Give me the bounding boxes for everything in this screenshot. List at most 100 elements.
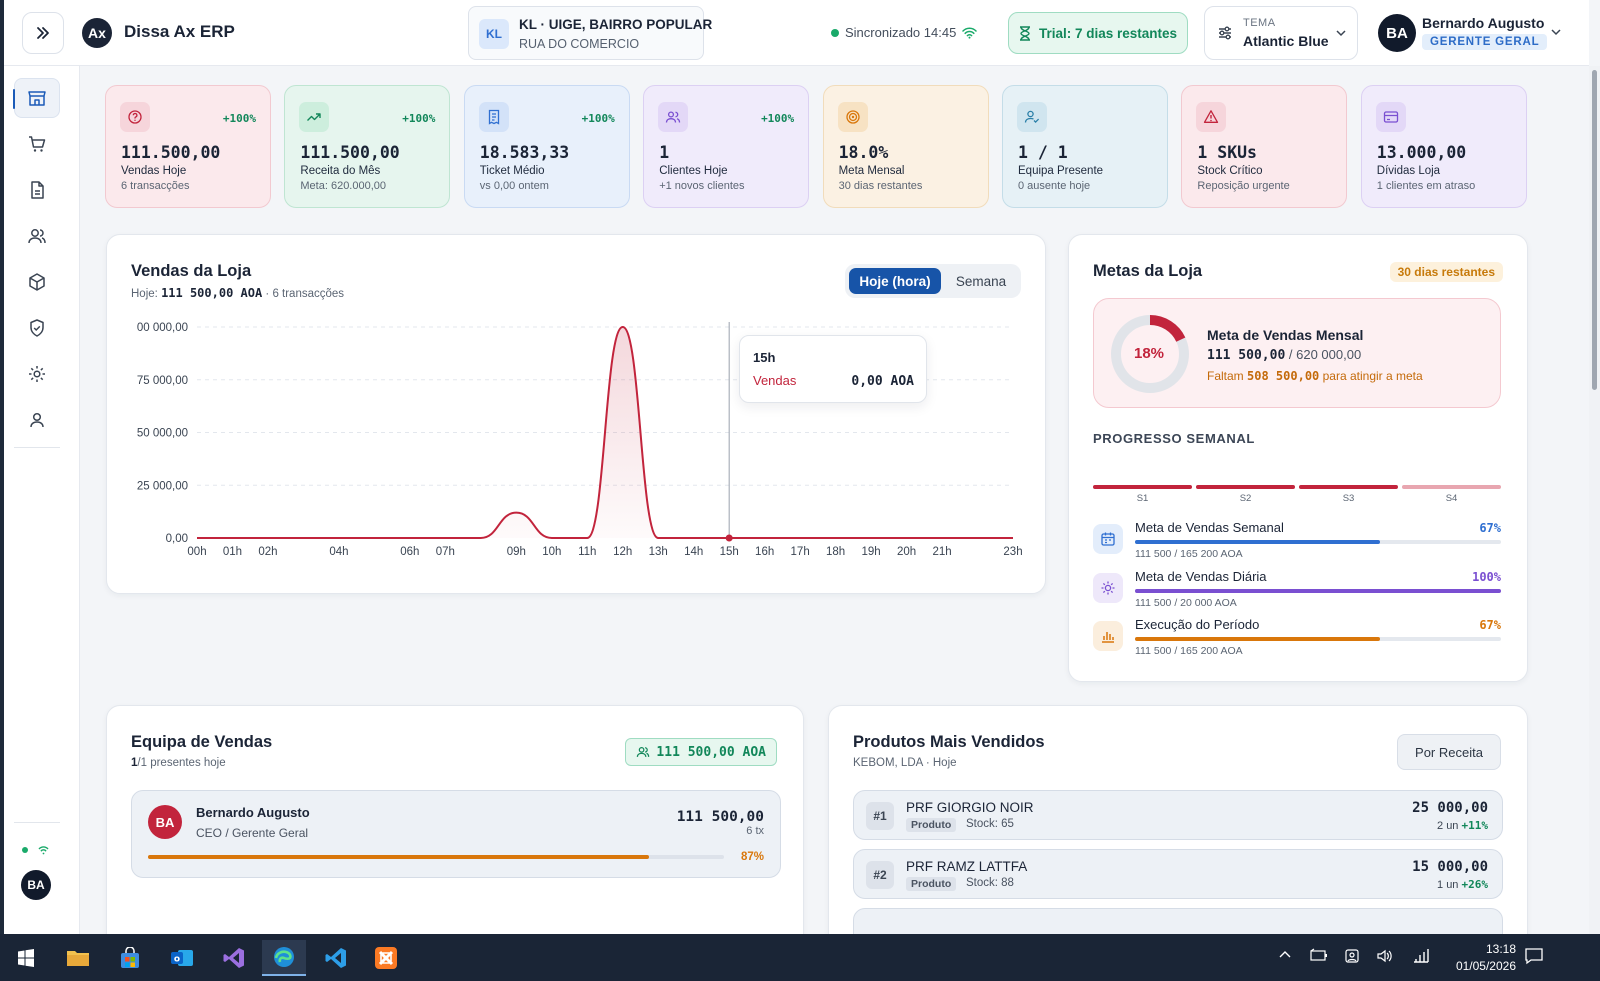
kpi-label: Receita do Mês (300, 165, 381, 177)
sidebar-item-settings[interactable] (14, 354, 60, 394)
online-wifi-icon (22, 846, 49, 855)
kpi-card[interactable]: 18.0% Meta Mensal 30 dias restantes (822, 85, 989, 208)
box-icon (29, 273, 45, 291)
trial-badge[interactable]: Trial: 7 dias restantes (1008, 12, 1188, 54)
metric-subtext: 111 500 / 20 000 AOA (1135, 596, 1237, 609)
kpi-card[interactable]: +100% 18.583,33 Ticket Médio vs 0,00 ontem (463, 85, 630, 208)
tooltip-series: Vendas (753, 373, 797, 388)
week-bar (1299, 485, 1398, 489)
kpi-card[interactable]: 13.000,00 Dívidas Loja 1 clientes em atras… (1360, 85, 1527, 208)
store-selector[interactable]: KL KL · UIGE, BAIRRO POPULAR RUA DO COME… (468, 6, 712, 60)
app-logo: Ax (82, 18, 112, 48)
sidebar-item-security[interactable] (14, 308, 60, 348)
x-tick-label: 23h (1003, 546, 1022, 558)
week-bar (1402, 485, 1501, 489)
kpi-card[interactable]: +100% 111.500,00 Receita do Mês Meta: 620.0… (284, 85, 451, 208)
products-subtitle: KEBOM, LDA · Hoje (853, 757, 957, 769)
user-menu-chevron-icon[interactable] (1550, 26, 1562, 38)
x-tick-label: 09h (507, 546, 526, 558)
network-icon[interactable] (1412, 948, 1430, 964)
kpi-card[interactable]: 1 / 1 Equipa Presente 0 ausente hoje (1002, 85, 1168, 208)
y-tick-label: 00 000,00 (137, 322, 188, 334)
kpi-card[interactable]: 1 SKUs Stock Crítico Reposição urgente (1181, 85, 1348, 208)
kpi-value: 18.0% (838, 143, 889, 162)
users-icon (637, 747, 650, 757)
sync-status: Sincronizado 14:45 (831, 25, 978, 40)
sidebar-item-store[interactable] (13, 78, 60, 118)
user-avatar[interactable]: BA (1378, 14, 1416, 52)
kpi-change: +100% (581, 112, 615, 125)
product-row[interactable]: #1 PRF GIORGIO NOIR Produto Stock: 65 25 000… (853, 790, 1503, 840)
kpi-subtext: +1 novos clientes (659, 180, 745, 192)
week-label: S2 (1239, 493, 1252, 504)
taskbar-xampp[interactable] (364, 940, 408, 976)
product-units: 2 un +11% (1437, 819, 1488, 832)
metric-title: Meta de Vendas Diária (1135, 568, 1267, 584)
theme-selector[interactable]: TEMA Atlantic Blue (1204, 6, 1358, 60)
user-check-icon (1024, 110, 1040, 124)
calendar-icon (1101, 532, 1115, 546)
metric-percent: 100% (1472, 569, 1501, 584)
member-name: Bernardo Augusto (196, 805, 310, 820)
list-item[interactable] (853, 908, 1503, 934)
taskbar-edge[interactable] (262, 940, 306, 976)
visual-studio-icon (223, 948, 244, 968)
chevrons-right-icon (37, 27, 49, 39)
app-title: Dissa Ax ERP (124, 22, 235, 41)
kpi-icon-box (299, 102, 330, 132)
kpi-label: Dívidas Loja (1376, 165, 1441, 177)
scrollbar-thumb[interactable] (1592, 70, 1597, 390)
meet-icon[interactable] (1344, 948, 1360, 964)
taskbar-clock[interactable]: 13:18 01/05/2026 (1456, 941, 1516, 975)
metric-icon-box (1093, 572, 1123, 603)
expand-sidebar-button[interactable] (22, 12, 64, 54)
x-tick-label: 07h (436, 546, 455, 558)
volume-icon[interactable] (1376, 948, 1394, 964)
metric-progress-track (1135, 588, 1501, 593)
battery-icon[interactable] (1310, 948, 1328, 962)
kpi-value: 1 SKUs (1197, 143, 1257, 162)
sync-text: Sincronizado 14:45 (845, 25, 957, 40)
windows-icon (18, 949, 34, 967)
taskbar-file-explorer[interactable] (56, 940, 100, 976)
product-change: +11% (1461, 819, 1489, 832)
team-member-row[interactable]: BA Bernardo Augusto CEO / Gerente Geral … (131, 790, 781, 878)
taskbar-outlook[interactable]: o (160, 940, 204, 976)
taskbar-store[interactable] (108, 940, 152, 976)
sidebar-item-clients[interactable] (14, 216, 60, 256)
kpi-icon-box (837, 102, 868, 132)
metric-icon-box (1093, 621, 1123, 651)
sidebar-item-profile[interactable] (14, 400, 60, 440)
taskbar-vscode[interactable] (314, 940, 358, 976)
x-tick-label: 19h (861, 546, 880, 558)
kpi-card[interactable]: +100% 1 Clientes Hoje +1 novos clientes (643, 85, 810, 208)
sidebar-item-inventory[interactable] (14, 262, 60, 302)
goal-metric-row: Meta de Vendas Semanal 67% 111 500 / 165 2… (1093, 520, 1501, 566)
team-title: Equipa de Vendas (131, 733, 273, 751)
sidebar-avatar[interactable]: BA (21, 870, 51, 900)
tray-chevron-up-icon[interactable] (1278, 948, 1292, 962)
start-button[interactable] (4, 940, 48, 976)
sort-by-revenue-button[interactable]: Por Receita (1397, 734, 1501, 770)
sidebar-item-sales[interactable] (14, 124, 60, 164)
edge-icon (274, 947, 294, 967)
x-tick-label: 02h (258, 546, 277, 558)
clock-date: 01/05/2026 (1455, 959, 1516, 973)
member-percent: 87% (740, 851, 764, 863)
product-row[interactable]: #2 PRF RAMZ LATTFA Produto Stock: 88 15 000,… (853, 849, 1503, 899)
sidebar-item-documents[interactable] (14, 170, 60, 210)
monthly-goal-value: 111 500,00 / 620 000,00 (1207, 347, 1362, 363)
kpi-card[interactable]: +100% 111.500,00 Vendas Hoje 6 transacções (105, 85, 271, 208)
taskbar-visual-studio[interactable] (212, 940, 256, 976)
connection-status (22, 842, 58, 860)
page-scrollbar[interactable] (1589, 66, 1600, 934)
product-rank: #1 (866, 802, 894, 830)
kpi-label: Equipa Presente (1018, 165, 1104, 177)
kpi-value: 18.583,33 (479, 143, 570, 162)
monthly-goal-remaining: Faltam 508 500,00 para atingir a meta (1207, 369, 1423, 383)
notifications-icon[interactable] (1524, 947, 1544, 965)
sales-area-chart[interactable]: 0,00 25 000,00 50 000,00 75 000,00 00 000,00… (107, 235, 1047, 595)
kpi-label: Stock Crítico (1197, 165, 1263, 177)
kpi-subtext: 6 transacções (121, 180, 190, 192)
kpi-subtext: 1 clientes em atraso (1376, 180, 1476, 192)
